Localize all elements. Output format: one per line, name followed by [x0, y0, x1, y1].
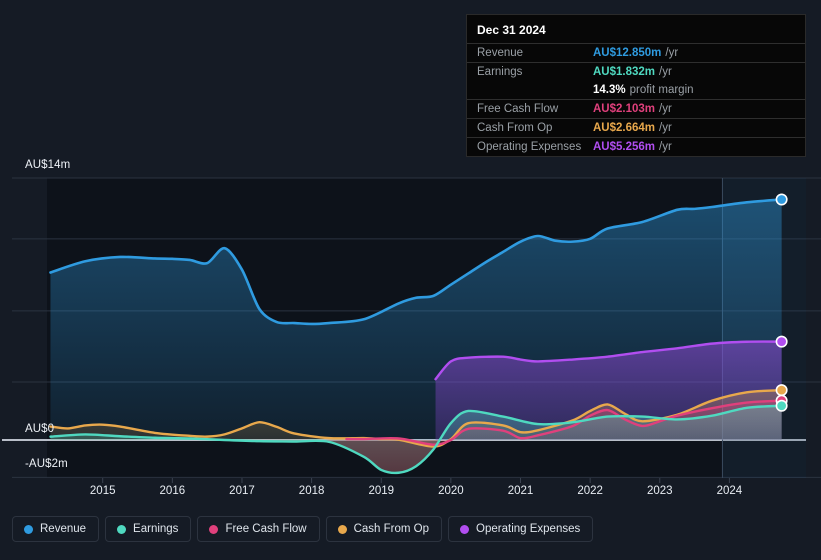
tooltip-row-label: Operating Expenses [477, 141, 582, 153]
x-axis-label: 2020 [438, 485, 464, 497]
endpoint-marker-operating-expenses[interactable] [775, 335, 788, 348]
tooltip-row: Cash From Op AU$2.664m/yr [467, 118, 805, 137]
tooltip-row: 14.3% profit margin [467, 81, 805, 99]
legend-item-label: Earnings [133, 523, 179, 535]
legend-item-label: Revenue [40, 523, 87, 535]
tooltip-rows: Revenue AU$12.850m/yr Earnings AU$1.832m/yr… [467, 43, 805, 156]
x-axis-label: 2023 [646, 485, 673, 497]
x-axis-label: 2018 [298, 485, 325, 497]
x-axis-label: 2016 [159, 485, 186, 497]
legend-color-dot-icon [117, 524, 127, 534]
tooltip-row: Operating Expenses AU$5.256m/yr [467, 137, 805, 156]
x-axis-label: 2019 [368, 485, 395, 497]
tooltip-row-label: Revenue [477, 47, 524, 59]
tooltip-row-value: AU$5.256m [593, 141, 656, 153]
legend-color-dot-icon [209, 524, 219, 534]
financial-chart-widget: AU$14m AU$0 -AU$2m 2015 2016 2017 2018 2019 202… [0, 0, 821, 560]
tooltip-row-unit: /yr [665, 47, 679, 59]
tooltip-row: Free Cash Flow AU$2.103m/yr [467, 99, 805, 118]
tooltip-row-value: AU$12.850m [593, 47, 662, 59]
endpoint-marker-revenue[interactable] [775, 193, 788, 206]
legend-item-label: Cash From Op [353, 523, 430, 535]
x-axis-label: 2021 [507, 485, 534, 497]
legend-item-earnings[interactable]: Earnings [105, 516, 192, 542]
legend-color-dot-icon [337, 524, 347, 534]
legend-item-revenue[interactable]: Revenue [12, 516, 100, 542]
legend-color-dot-icon [460, 524, 470, 534]
tooltip-row-unit: /yr [659, 141, 672, 153]
tooltip-row-label: Cash From Op [477, 122, 553, 134]
data-tooltip: Dec 31 2024 Revenue AU$12.850m/yr Earnings… [466, 14, 806, 157]
tooltip-row-unit: /yr [659, 66, 672, 78]
tooltip-row-value: AU$2.664m [593, 122, 656, 134]
legend-item-label: Free Cash Flow [225, 523, 307, 535]
tooltip-row-label: Earnings [477, 66, 523, 78]
x-ticks [102, 478, 730, 483]
tooltip-row-value: AU$2.103m [593, 103, 656, 115]
tooltip-row-label: Free Cash Flow [477, 103, 559, 115]
tooltip-row-unit: /yr [659, 103, 672, 115]
x-axis-label: 2024 [716, 485, 743, 497]
tooltip-date: Dec 31 2024 [477, 23, 546, 37]
legend-item-cash-from-op[interactable]: Cash From Op [325, 516, 443, 542]
legend-item-free-cash-flow[interactable]: Free Cash Flow [197, 516, 320, 542]
chart-legend[interactable]: Revenue Earnings Free Cash Flow Cash From O… [12, 516, 594, 542]
tooltip-row-unit: /yr [659, 122, 672, 134]
endpoint-marker-cash-from-op[interactable] [775, 384, 788, 397]
tooltip-row-value: 14.3% [593, 84, 626, 96]
legend-item-operating-expenses[interactable]: Operating Expenses [448, 516, 594, 542]
x-axis-label: 2022 [577, 485, 603, 497]
tooltip-row-value: AU$1.832m [593, 66, 656, 78]
legend-item-label: Operating Expenses [476, 523, 581, 535]
tooltip-row: Revenue AU$12.850m/yr [467, 43, 805, 62]
tooltip-row: Earnings AU$1.832m/yr [467, 62, 805, 81]
x-axis-label: 2017 [229, 485, 255, 497]
endpoint-marker-earnings[interactable] [775, 399, 788, 412]
tooltip-row-unit: profit margin [629, 84, 694, 96]
x-axis-label: 2015 [89, 485, 116, 497]
legend-color-dot-icon [24, 524, 33, 534]
